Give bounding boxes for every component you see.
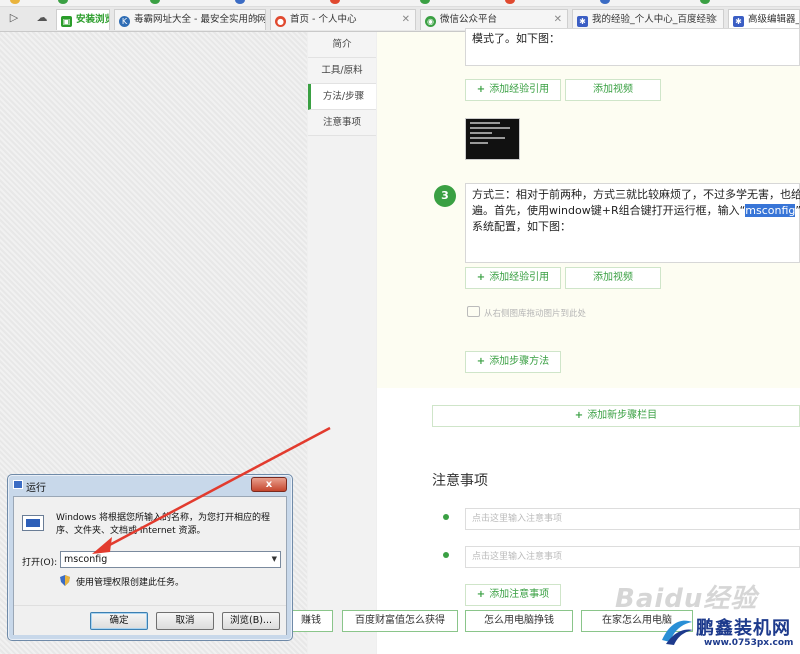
step3-text-box[interactable]: 方式三：相对于前两种，方式三就比较麻烦了，不过多学无害，也给 遍。首先，使用wi… (465, 183, 800, 263)
tab-baidu-experience[interactable]: ✱ 我的经验_个人中心_百度经验 ✕ (572, 9, 724, 30)
open-label: 打开(O): (22, 558, 58, 568)
sidebar-toggle-icon[interactable]: ▷ (6, 10, 22, 26)
tab-label: 微信公众平台 (440, 14, 498, 25)
tab-label: 我的经验_个人中心_百度经验 (592, 14, 716, 25)
note-input[interactable]: 点击这里输入注意事项 (465, 508, 800, 530)
note-input[interactable]: 点击这里输入注意事项 (465, 546, 800, 568)
site-name: 鹏鑫装机网 (696, 618, 791, 639)
dialog-title: 运行 (26, 483, 46, 494)
step3-line-2: 遍。首先，使用window键+R组合键打开运行框，输入“msconfig” (472, 204, 800, 217)
drag-image-hint: 从右侧图库拖动图片到此处 (467, 306, 586, 319)
browse-button[interactable]: 浏览(B)... (222, 612, 280, 630)
step2-text-box[interactable]: 模式了。如下图： (465, 28, 800, 66)
uac-shield-icon (60, 575, 70, 586)
close-icon[interactable]: ✕ (710, 10, 718, 30)
wave-logo-icon (662, 620, 693, 645)
run-program-icon (22, 515, 44, 531)
weibo-icon: ● (275, 16, 286, 27)
selected-text: msconfig (745, 204, 796, 217)
admin-privilege-note: 使用管理权限创建此任务。 (76, 578, 185, 588)
tab-label: 高级编辑器_百度 (748, 14, 800, 25)
dialog-body: Windows 将根据您所输入的名称，为您打开相应的程序、文件夹、文档或 Int… (13, 496, 287, 635)
tab-advanced-editor[interactable]: ✱ 高级编辑器_百度 (728, 9, 800, 30)
notes-section-title: 注意事项 (432, 473, 488, 489)
add-video-button[interactable]: 添加视频 (565, 79, 661, 101)
step3-line-3: 系统配置，如下图： (472, 220, 571, 233)
dialog-description: Windows 将根据您所输入的名称，为您打开相应的程序、文件夹、文档或 Int… (56, 513, 271, 536)
add-section-button[interactable]: + 添加新步骤栏目 (432, 405, 800, 427)
add-video-button[interactable]: 添加视频 (565, 267, 661, 289)
add-quote-button[interactable]: + 添加经验引用 (465, 79, 561, 101)
nav-item-notes[interactable]: 注意事项 (308, 110, 376, 136)
sidenav-background (308, 132, 376, 654)
add-note-button[interactable]: + 添加注意事项 (465, 584, 561, 606)
article-section-nav: 简介 工具/原料 方法/步骤 注意事项 (308, 32, 376, 136)
ok-button[interactable]: 确定 (90, 612, 148, 630)
bookmarks-bar (0, 0, 800, 7)
cloud-icon[interactable]: ☁ (34, 10, 50, 26)
nav-item-intro[interactable]: 简介 (308, 32, 376, 58)
bullet-dot-icon (443, 514, 449, 520)
related-link[interactable]: 怎么用电脑挣钱 (465, 610, 573, 632)
close-icon[interactable]: ✕ (252, 10, 260, 30)
wechat-icon: ◉ (425, 16, 436, 27)
tab-weibo[interactable]: ● 首页 - 个人中心 ✕ (270, 9, 416, 30)
add-method-button[interactable]: + 添加步骤方法 (465, 351, 561, 373)
tab-label: 毒霸网址大全 - 最安全实用的网 (134, 14, 266, 25)
related-link[interactable]: 赚钱 (289, 610, 333, 632)
related-link[interactable]: 百度财富值怎么获得 (342, 610, 458, 632)
run-dialog: 运行 x Windows 将根据您所输入的名称，为您打开相应的程序、文件夹、文档… (7, 474, 293, 641)
hao-icon: ▣ (61, 16, 72, 27)
tab-duba[interactable]: K 毒霸网址大全 - 最安全实用的网 ✕ (114, 9, 266, 30)
paw-icon: ✱ (733, 16, 744, 27)
tab-hao[interactable]: ▣ 安装浏览 (56, 9, 110, 30)
close-button[interactable]: x (251, 477, 287, 492)
nav-item-tools[interactable]: 工具/原料 (308, 58, 376, 84)
step-screenshot-thumbnail[interactable] (465, 118, 520, 160)
site-watermark-logo: 鹏鑫装机网 www.0753px.com (660, 612, 800, 654)
paw-icon: ✱ (577, 16, 588, 27)
close-icon[interactable]: ✕ (402, 10, 410, 30)
bullet-dot-icon (443, 552, 449, 558)
step2-text: 模式了。如下图： (472, 32, 560, 45)
tab-label: 首页 - 个人中心 (290, 14, 357, 25)
step-number-badge: 3 (434, 185, 456, 207)
site-url: www.0753px.com (704, 638, 794, 648)
run-window-icon (13, 480, 23, 489)
nav-item-steps[interactable]: 方法/步骤 (308, 84, 376, 110)
cancel-button[interactable]: 取消 (156, 612, 214, 630)
tab-wechat[interactable]: ◉ 微信公众平台 ✕ (420, 9, 568, 30)
image-icon (467, 306, 480, 317)
open-value: msconfig (64, 554, 108, 565)
baidu-watermark: Baidu经验 (615, 584, 758, 614)
tab-label: 安装浏览 (76, 14, 109, 25)
open-combobox[interactable]: msconfig ▼ (60, 551, 281, 568)
chevron-down-icon[interactable]: ▼ (272, 552, 277, 567)
add-quote-button[interactable]: + 添加经验引用 (465, 267, 561, 289)
step3-line-1: 方式三：相对于前两种，方式三就比较麻烦了，不过多学无害，也给 (472, 188, 800, 201)
dialog-footer: 确定 取消 浏览(B)... (14, 605, 286, 635)
close-icon[interactable]: ✕ (554, 10, 562, 30)
k-icon: K (119, 16, 130, 27)
